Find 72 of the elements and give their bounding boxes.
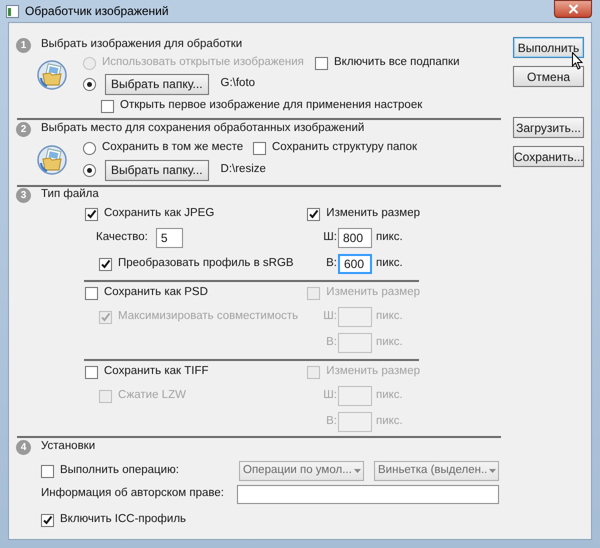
option-label: Сохранить в том же месте: [102, 140, 244, 156]
section-title: Установки: [41, 439, 96, 454]
option-label: Сохранить как JPEG: [104, 206, 214, 222]
section-title: Тип файла: [41, 187, 99, 202]
size-field[interactable]: 800: [338, 228, 372, 248]
unit-label: пикс.: [376, 414, 403, 430]
checkbox[interactable]: [307, 208, 320, 220]
quality-field[interactable]: 5: [156, 228, 183, 248]
checkbox[interactable]: [253, 142, 266, 154]
option-label: Выполнить операцию:: [60, 463, 179, 478]
folder-button[interactable]: Выбрать папку...: [105, 74, 209, 94]
option-label: Сохранить структуру папок: [272, 140, 418, 156]
field-label: Ш:: [322, 388, 337, 404]
field-label: Ш:: [322, 309, 337, 324]
step-number: 2: [16, 122, 31, 136]
option-label: Сжатие LZW: [118, 388, 186, 404]
unit-label: пикс.: [376, 230, 403, 246]
unit-label: пикс.: [376, 388, 403, 404]
checkbox[interactable]: [85, 286, 98, 300]
option-label: Сохранить как PSD: [104, 285, 208, 300]
size-field[interactable]: 600: [338, 254, 372, 274]
step-number: 3: [16, 188, 31, 202]
option-label: Максимизировать совместимость: [118, 309, 298, 324]
radio-button[interactable]: [83, 142, 96, 154]
checkbox[interactable]: [85, 366, 98, 378]
checkbox[interactable]: [101, 100, 114, 112]
folder-button[interactable]: Выбрать папку...: [105, 160, 209, 180]
option-label: Изменить размер: [326, 285, 420, 300]
folder-image-icon: [37, 60, 67, 90]
folder-image-icon: [37, 145, 67, 175]
option-label: Включить ICC-профиль: [60, 512, 186, 528]
checkbox[interactable]: [85, 208, 98, 220]
unit-label: пикс.: [376, 335, 403, 350]
section-title: Выбрать место для сохранения обработанных изображений: [41, 121, 364, 136]
option-label: Сохранить как TIFF: [104, 364, 209, 380]
field-label: В:: [325, 414, 337, 430]
field-label: Ш:: [322, 230, 337, 246]
dialog-button[interactable]: Выполнить: [513, 37, 584, 58]
cursor-icon: [572, 52, 584, 70]
checkbox[interactable]: [41, 514, 54, 526]
radio-button[interactable]: [83, 78, 96, 90]
dialog-button[interactable]: Отмена: [513, 66, 584, 87]
option-label: Открыть первое изображение для применения настроек: [120, 98, 422, 114]
section-title: Выбрать изображения для обработки: [41, 37, 242, 52]
field-label: В:: [325, 335, 337, 350]
folder-path: G:\foto: [220, 76, 256, 92]
option-label: Преобразовать профиль в sRGB: [118, 256, 294, 272]
field-label: Информация об авторском праве:: [41, 486, 225, 502]
caret-icon: [354, 469, 361, 473]
option-label: Изменить размер: [326, 206, 420, 222]
checkbox[interactable]: [41, 464, 54, 478]
option-label: Изменить размер: [326, 364, 420, 380]
field-label: В:: [325, 256, 337, 272]
caret-icon: [489, 469, 496, 473]
unit-label: пикс.: [376, 309, 403, 324]
dialog-button[interactable]: Сохранить...: [513, 146, 584, 167]
folder-path: D:\resize: [220, 162, 266, 178]
radio-button[interactable]: [83, 164, 96, 176]
step-number: 1: [16, 38, 31, 52]
option-label: Использовать открытые изображения: [102, 55, 304, 70]
step-number: 4: [16, 440, 31, 454]
checkbox[interactable]: [315, 56, 328, 70]
copyright-field[interactable]: [237, 484, 499, 504]
close-button[interactable]: [554, 0, 592, 18]
close-icon: [568, 4, 578, 14]
checkbox[interactable]: [99, 258, 112, 270]
option-label: Включить все подпапки: [334, 55, 460, 70]
field-label: Качество:: [96, 230, 148, 246]
unit-label: пикс.: [376, 256, 403, 272]
window-title: Обработчик изображений: [25, 3, 169, 20]
app-icon: [6, 4, 19, 18]
dialog-button[interactable]: Загрузить...: [513, 117, 584, 138]
